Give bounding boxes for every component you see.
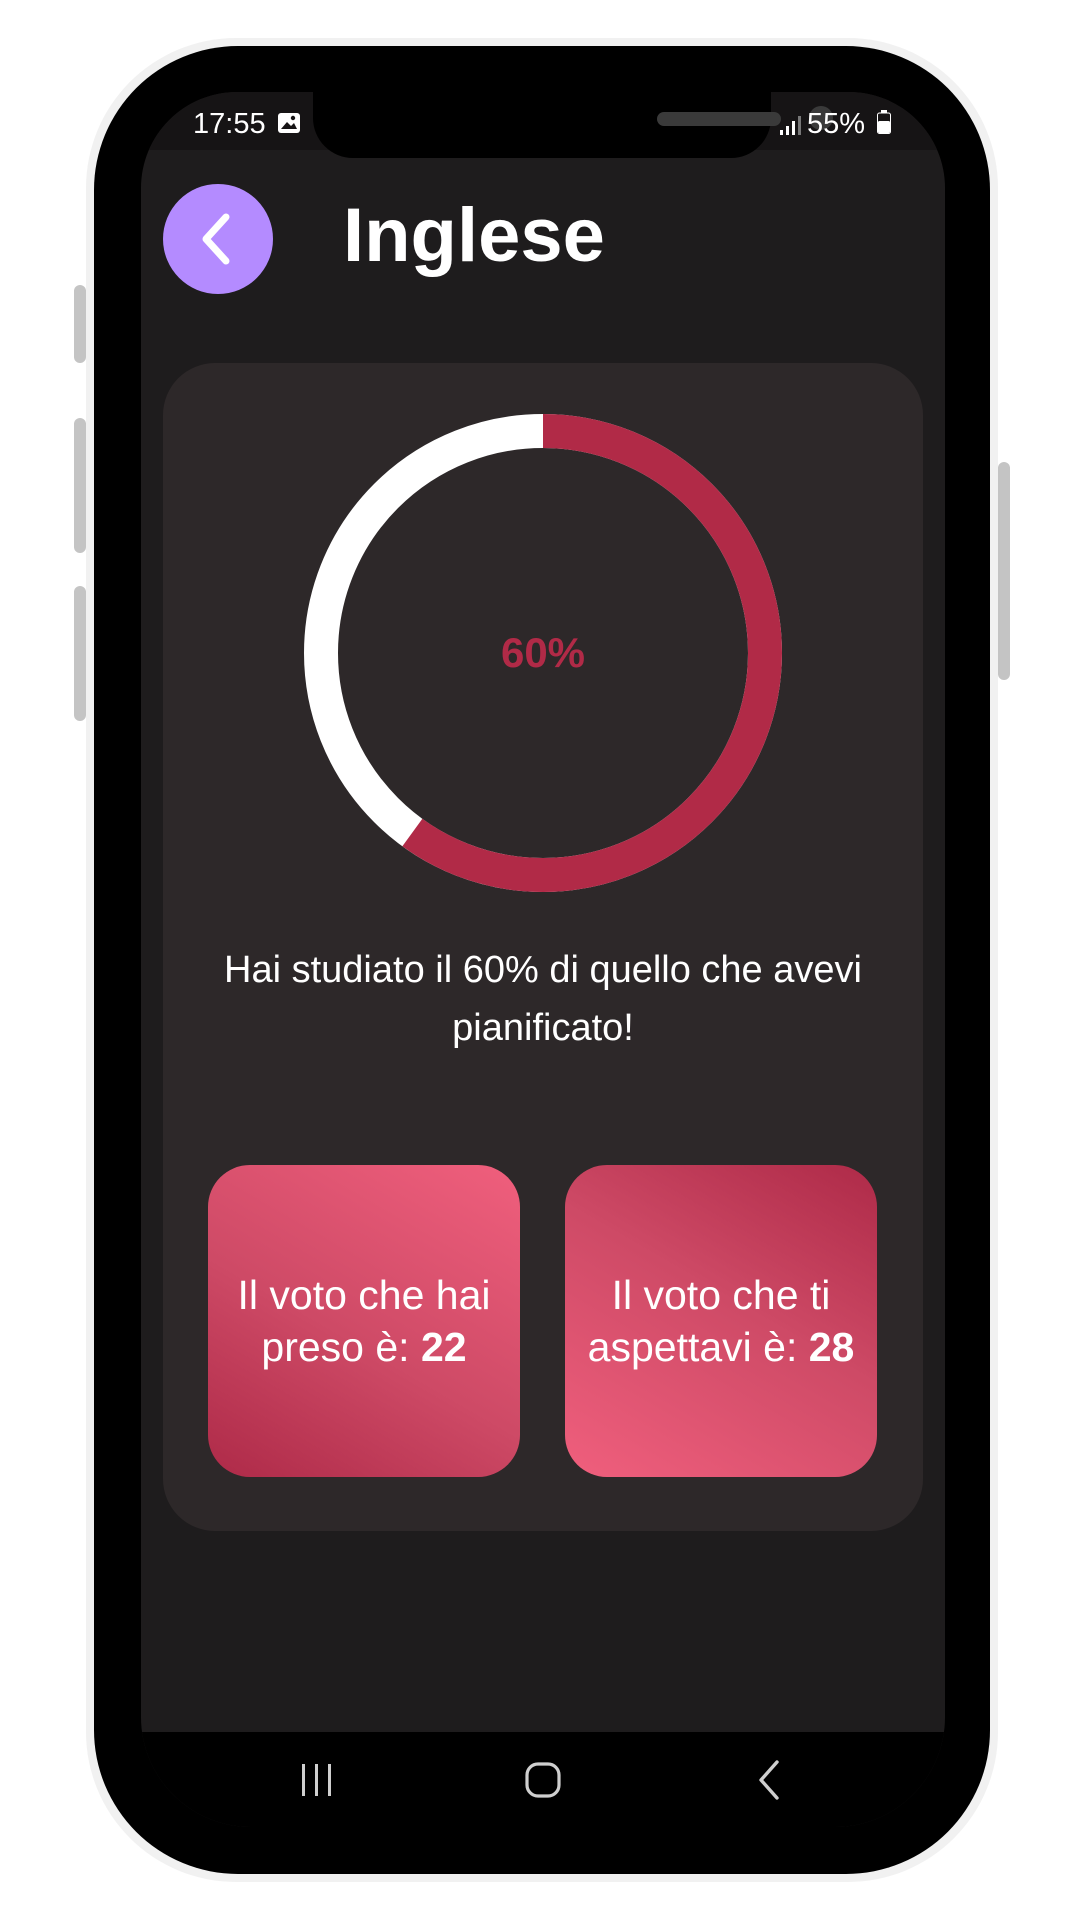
progress-ring: 60% [303, 413, 783, 893]
navigation-bar [141, 1732, 945, 1827]
phone-side-button [74, 418, 86, 553]
grade-obtained-value: 22 [420, 1324, 467, 1370]
progress-card: 60% Hai studiato il 60% di quello che av… [163, 363, 923, 1531]
phone-side-button [998, 462, 1010, 680]
progress-percent: 60% [500, 629, 586, 676]
grade-obtained-card: Il voto che hai preso è: 22 [208, 1165, 520, 1477]
status-bar: 17:55 55% [141, 92, 945, 158]
image-icon [278, 113, 300, 133]
back-nav-icon[interactable] [739, 1750, 799, 1810]
grade-expected-card: Il voto che ti aspettavi è: 28 [565, 1165, 877, 1477]
signal-icon [780, 116, 801, 135]
recent-apps-icon[interactable] [287, 1750, 347, 1810]
phone-side-button [74, 586, 86, 721]
grade-expected-label: Il voto che ti aspettavi è: [587, 1272, 831, 1370]
progress-message: Hai studiato il 60% di quello che avevi … [224, 949, 862, 1049]
battery-percent: 55% [807, 108, 866, 140]
screen: 17:55 55% Inglese 60% Hai studiato il 60… [141, 92, 945, 1827]
chevron-left-icon [202, 213, 230, 265]
home-icon[interactable] [513, 1750, 573, 1810]
phone-side-button [74, 285, 86, 363]
grade-expected-value: 28 [808, 1324, 855, 1370]
status-time: 17:55 [193, 108, 266, 140]
battery-icon [877, 110, 891, 134]
page-title: Inglese [343, 193, 605, 278]
camera-notch [313, 92, 833, 158]
speaker-grille [657, 112, 781, 126]
back-button[interactable] [163, 184, 273, 294]
